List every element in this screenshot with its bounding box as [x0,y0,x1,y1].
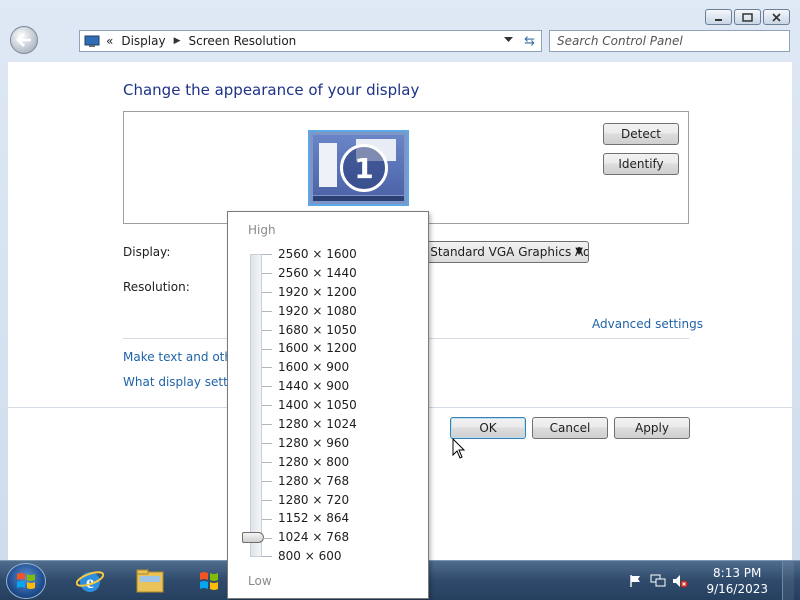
breadcrumb-overflow[interactable]: « [106,34,113,48]
resolution-dropdown[interactable]: High 2560 × 1600 2560 × 1440 1920 × 1200 19… [227,211,429,599]
slider-tick [262,254,272,255]
mouse-cursor-icon [452,438,466,459]
monitor-taskbar [313,196,404,201]
slider-tick [262,291,272,293]
slider-tick [262,556,272,558]
maximize-button[interactable] [734,9,761,25]
close-button[interactable] [763,9,790,25]
slider-tick [262,461,272,463]
resolution-option[interactable]: 1024 × 768 [278,528,357,547]
volume-muted-icon[interactable] [672,573,688,589]
slider-tick [262,537,272,539]
resolution-option[interactable]: 1280 × 960 [278,434,357,453]
cancel-button[interactable]: Cancel [532,417,608,439]
breadcrumb-separator-icon[interactable]: ▶ [174,36,181,46]
folder-icon [136,569,164,593]
slider-tick [262,480,272,482]
internet-explorer-icon[interactable]: e [73,565,107,597]
minimize-icon [715,18,722,21]
resolution-slider-thumb[interactable] [242,532,264,543]
resolution-option[interactable]: 800 × 600 [278,547,357,566]
action-center-flag-icon[interactable] [628,573,644,589]
back-arrow-icon [16,33,31,47]
slider-tick [262,329,272,331]
address-dropdown-icon[interactable] [504,37,513,43]
clock[interactable]: 8:13 PM 9/16/2023 [706,565,768,597]
windows-flag-icon [200,572,218,590]
resolution-option[interactable]: 2560 × 1440 [278,264,357,283]
refresh-icon[interactable]: ⇆ [524,34,535,49]
system-tray: 8:13 PM 9/16/2023 [628,561,794,600]
slider-tick [262,310,272,312]
clock-date: 9/16/2023 [706,582,768,596]
caption-buttons [705,9,790,25]
start-button[interactable] [6,563,46,599]
resolution-option[interactable]: 1280 × 768 [278,472,357,491]
ie-logo-icon: e [76,571,104,592]
resolution-option[interactable]: 1600 × 1200 [278,339,357,358]
slider-tick [262,405,272,407]
advanced-settings-link[interactable]: Advanced settings [592,317,703,331]
control-panel-icon[interactable] [193,565,227,597]
windows-explorer-icon[interactable] [133,565,167,597]
resolution-low-label: Low [248,574,272,588]
slider-tick [262,518,272,520]
slider-tick [262,499,272,501]
resolution-option[interactable]: 1920 × 1200 [278,283,357,302]
display-select-value: 1. Standard VGA Graphics Adapter [415,245,588,259]
restore-icon [742,12,753,22]
breadcrumb: « Display ▶ Screen Resolution [106,34,541,48]
resolution-option[interactable]: 1440 × 900 [278,377,357,396]
address-bar[interactable]: « Display ▶ Screen Resolution ⇆ [79,30,542,52]
windows-logo-icon [17,573,35,589]
detect-button[interactable]: Detect [603,123,679,145]
resolution-option[interactable]: 1280 × 1024 [278,415,357,434]
page-title: Change the appearance of your display [123,81,420,99]
resolution-option-list: 2560 × 1600 2560 × 1440 1920 × 1200 1920 × … [278,245,357,566]
resolution-option[interactable]: 1680 × 1050 [278,321,357,340]
display-select[interactable]: 1. Standard VGA Graphics Adapter ▼ [408,241,589,263]
slider-tick [262,386,272,388]
network-icon[interactable] [650,573,666,589]
resolution-label: Resolution: [123,280,190,294]
resolution-option[interactable]: 1280 × 800 [278,453,357,472]
display-label: Display: [123,245,171,259]
resolution-option[interactable]: 1600 × 900 [278,358,357,377]
resolution-high-label: High [248,223,276,237]
slider-tick [262,272,272,274]
close-icon [772,12,781,22]
slider-tick [262,348,272,350]
minimize-button[interactable] [705,9,732,25]
slider-tick [262,424,272,426]
monitor-number: 1 [340,144,388,192]
chevron-down-icon: ▼ [575,246,583,257]
monitor-panel: 1 Detect Identify [123,111,689,224]
show-desktop-button[interactable] [782,561,794,600]
slider-tick [262,443,272,444]
back-button[interactable] [10,26,38,54]
resolution-option[interactable]: 1152 × 864 [278,509,357,528]
search-input[interactable]: Search Control Panel [549,30,790,52]
slider-tick [262,367,272,369]
monitor-1-thumbnail[interactable]: 1 [308,130,409,206]
identify-button[interactable]: Identify [603,153,679,175]
breadcrumb-screen-resolution[interactable]: Screen Resolution [189,34,297,48]
clock-time: 8:13 PM [713,566,762,580]
resolution-option[interactable]: 1280 × 720 [278,491,357,510]
ok-button[interactable]: OK [450,417,526,439]
monitor-window-left [319,143,337,187]
breadcrumb-display[interactable]: Display [121,34,165,48]
resolution-option[interactable]: 2560 × 1600 [278,245,357,264]
display-icon [84,35,100,47]
resolution-option[interactable]: 1920 × 1080 [278,302,357,321]
resolution-option[interactable]: 1400 × 1050 [278,396,357,415]
apply-button[interactable]: Apply [614,417,690,439]
resolution-slider-track[interactable] [250,254,262,557]
